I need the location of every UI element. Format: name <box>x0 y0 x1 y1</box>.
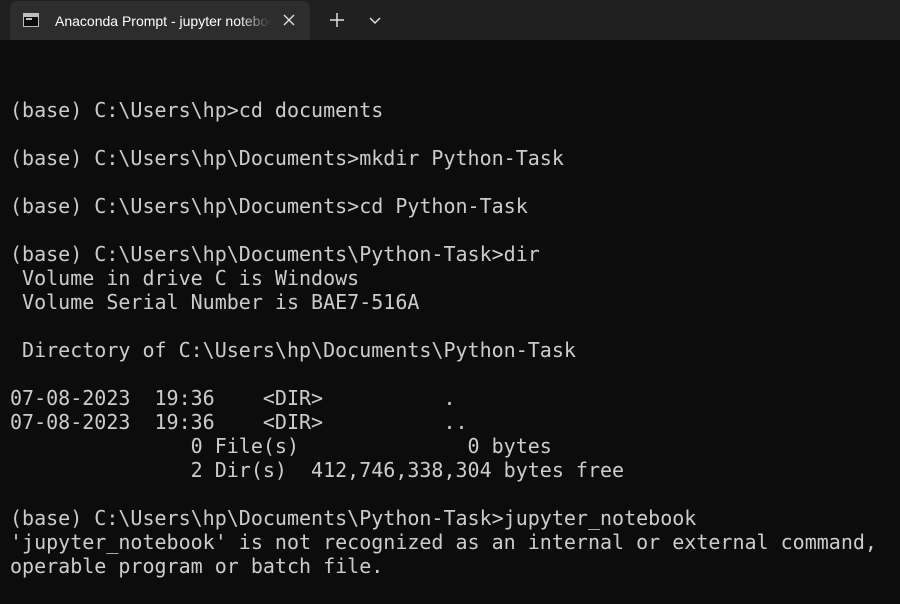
terminal-window: Anaconda Prompt - jupyter notebook (base… <box>0 0 900 604</box>
console-line: (base) C:\Users\hp\Documents>mkdir Pytho… <box>10 146 564 170</box>
console-output[interactable]: (base) C:\Users\hp>cd documents (base) C:… <box>10 74 890 604</box>
console-line: 0 File(s) 0 bytes <box>10 434 552 458</box>
new-tab-button[interactable] <box>323 6 351 34</box>
console-line: 07-08-2023 19:36 <DIR> .. <box>10 410 468 434</box>
tab-title: Anaconda Prompt - jupyter notebook <box>55 13 271 29</box>
console-line: (base) C:\Users\hp>cd documents <box>10 98 384 122</box>
tab-bar: Anaconda Prompt - jupyter notebook <box>0 0 900 40</box>
console-line: (base) C:\Users\hp\Documents>cd Python-T… <box>10 194 528 218</box>
console-line: 2 Dir(s) 412,746,338,304 bytes free <box>10 458 625 482</box>
terminal-icon <box>23 13 39 27</box>
console-line: operable program or batch file. <box>10 554 384 578</box>
chevron-down-icon <box>369 17 381 25</box>
close-icon[interactable] <box>278 9 300 31</box>
tab-anaconda-prompt[interactable]: Anaconda Prompt - jupyter notebook <box>10 1 310 40</box>
console-line: (base) C:\Users\hp\Documents\Python-Task… <box>10 506 697 530</box>
console-line: Volume Serial Number is BAE7-516A <box>10 290 420 314</box>
console-line: 'jupyter_notebook' is not recognized as … <box>10 530 877 554</box>
console-line: Directory of C:\Users\hp\Documents\Pytho… <box>10 338 576 362</box>
plus-icon <box>330 13 344 27</box>
tab-dropdown-button[interactable] <box>361 6 389 34</box>
console-line: Volume in drive C is Windows <box>10 266 360 290</box>
console-line: 07-08-2023 19:36 <DIR> . <box>10 386 456 410</box>
console-line: (base) C:\Users\hp\Documents\Python-Task… <box>10 242 540 266</box>
